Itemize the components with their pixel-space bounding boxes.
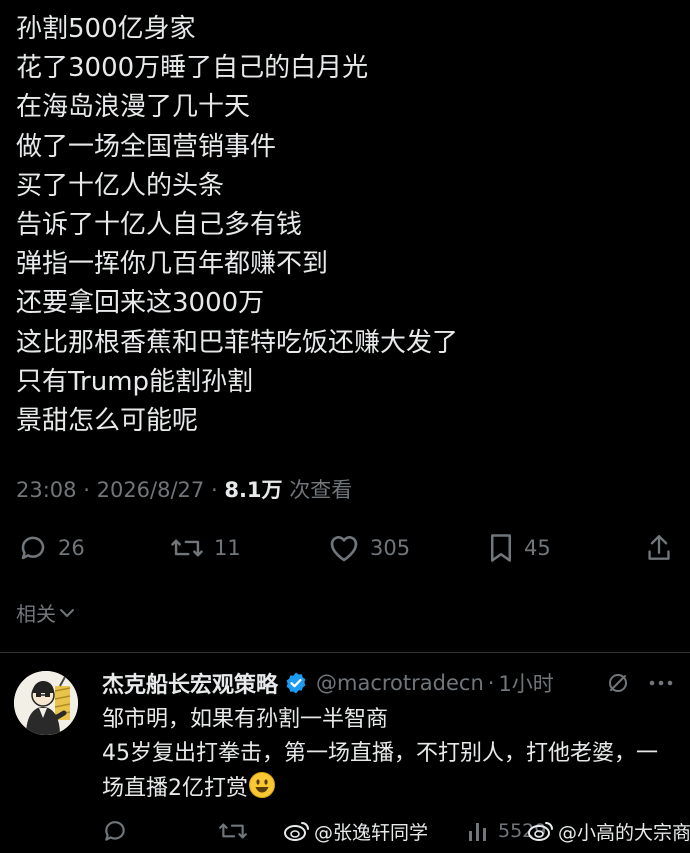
post-line: 做了一场全国营销事件 [16,131,277,162]
meta-separator: · [83,478,90,502]
reply-text-line: 45岁复出打拳击，第一场直播，不打别人，打他老婆，一场直播2亿打赏 [102,737,677,806]
weibo-logo-icon [284,822,309,841]
reply-time[interactable]: 1小时 [498,668,553,698]
bar-chart-icon [469,823,486,841]
post-line: 买了十亿人的头条 [16,170,225,201]
post-line: 只有Trump能割孙割 [16,366,254,397]
reply-text-line: 邹市明，如果有孙割一半智商 [102,707,389,732]
bookmark-count: 45 [524,536,551,560]
reply-tools [606,671,674,695]
reply-author-name[interactable]: 杰克船长宏观策略 [102,667,278,699]
view-count: 8.1万 [224,478,283,502]
repost-arrows-icon [219,823,247,839]
post-line: 这比那根香蕉和巴菲特吃饭还赚大发了 [16,327,459,358]
like-button[interactable]: 305 [328,528,410,568]
post-meta: 23:08 · 2026/8/27 · 8.1万 次查看 [16,474,352,504]
reply-repost-button[interactable] [218,813,248,849]
like-count: 305 [370,536,411,560]
post-line: 景甜怎么可能呢 [16,406,199,437]
speech-bubble-icon [21,536,45,560]
post-line: 孙割500亿身家 [16,14,196,44]
related-toggle[interactable]: 相关 [16,598,75,627]
reply-author-handle[interactable]: @macrotradecn [316,671,484,695]
reply-reply-button[interactable] [102,813,128,849]
reply-count: 26 [58,536,85,560]
heart-icon [330,535,358,562]
watermark-left: @张逸轩同学 [284,813,428,849]
repost-arrows-icon [171,539,203,557]
avatar[interactable] [14,671,78,735]
post-date[interactable]: 2026/8/27 [97,478,205,502]
reply-header-separator: · [487,671,495,695]
watermark-left-text: @张逸轩同学 [314,821,429,844]
post-line: 还要拿回来这3000万 [16,288,265,319]
view-count-label: 次查看 [289,478,353,502]
reply-button[interactable]: 26 [18,528,85,568]
verified-badge-icon [286,672,306,694]
more-dots-icon[interactable] [648,671,674,695]
post-action-bar: 26 11 305 45 [0,528,690,568]
watermark-right-text: @小高的大宗商品 [558,821,690,844]
grok-icon[interactable] [606,671,630,695]
post-line: 告诉了十亿人自己多有钱 [16,210,303,241]
chevron-down-icon [60,608,74,617]
weibo-logo-icon [528,822,553,841]
post-time[interactable]: 23:08 [16,478,77,502]
watermark-right: @小高的大宗商品 [528,813,690,849]
bookmark-icon [491,534,511,562]
post-line: 在海岛浪漫了几十天 [16,92,251,123]
post-line: 花了3000万睡了自己的白月光 [16,53,369,84]
bookmark-button[interactable]: 45 [488,528,551,568]
speech-bubble-icon [105,821,125,841]
reply-header: 杰克船长宏观策略 @macrotradecn · 1小时 [102,667,554,699]
smiling-face-emoji [249,772,275,798]
reply-text-content: 45岁复出打拳击，第一场直播，不打别人，打他老婆，一场直播2亿打赏 [102,741,658,801]
reply-action-bar: 5529 @张逸轩同学 @小高的大宗商品 [0,813,690,849]
meta-separator: · [210,478,218,502]
reply-post[interactable]: 杰克船长宏观策略 @macrotradecn · 1小时 邹市明，如果有孙割一半… [0,653,690,853]
post-line: 弹指一挥你几百年都赚不到 [16,249,329,280]
reply-text: 邹市明，如果有孙割一半智商 45岁复出打拳击，第一场直播，不打别人，打他老婆，一… [102,703,677,806]
repost-count: 11 [214,536,241,560]
share-upload-icon [648,535,670,560]
repost-button[interactable]: 11 [170,528,241,568]
related-label: 相关 [16,602,56,626]
share-button[interactable] [646,528,672,568]
post-body: 孙割500亿身家 花了3000万睡了自己的白月光 在海岛浪漫了几十天 做了一场全… [16,10,676,441]
